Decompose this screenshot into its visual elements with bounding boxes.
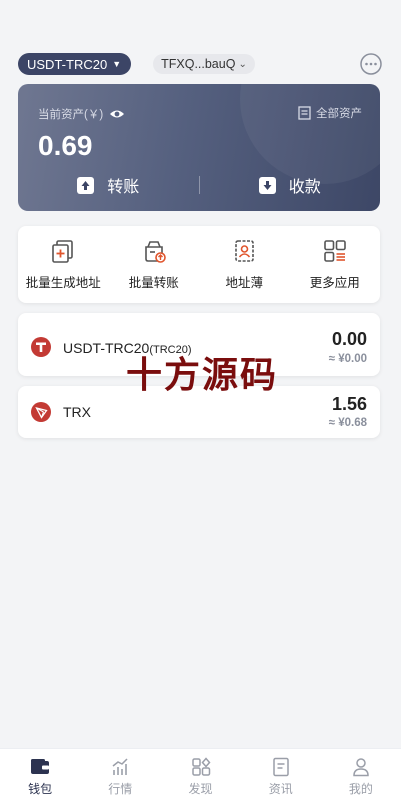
all-assets-link[interactable]: 全部资产 [298, 105, 362, 121]
address-selector[interactable]: TFXQ...bauQ ⌄ [153, 54, 255, 74]
bottom-nav: 钱包 行情 发现 资讯 我的 [0, 748, 401, 800]
token-name-text: TRX [63, 404, 91, 420]
transfer-button[interactable]: 转账 [18, 173, 199, 197]
more-apps-button[interactable]: 更多应用 [290, 238, 380, 291]
nav-news[interactable]: 资讯 [241, 749, 321, 800]
token-fiat-value: ≈ ¥0.00 [328, 353, 367, 365]
token-amount: 0.00 [331, 329, 367, 349]
transfer-label: 转账 [107, 179, 140, 196]
chain-selector[interactable]: USDT-TRC20 ▼ [18, 53, 132, 75]
asset-label-text: 当前资产(￥) [38, 109, 104, 121]
tool-label: 更多应用 [309, 276, 360, 290]
tool-label: 批量转账 [128, 276, 179, 290]
trx-logo-icon [31, 402, 51, 422]
chevron-down-icon: ⌄ [238, 58, 247, 70]
balance-value: 0.69 [38, 130, 93, 161]
address-book-icon [235, 240, 255, 262]
batch-generate-address-button[interactable]: 批量生成地址 [18, 238, 108, 291]
nav-label: 我的 [348, 782, 373, 796]
card-decoration [240, 84, 380, 184]
asset-card: 当前资产(￥) 全部资产 0.69 转账 收款 [18, 84, 380, 211]
news-icon [272, 757, 289, 777]
caret-down-icon: ▼ [112, 59, 122, 69]
batch-transfer-button[interactable]: 批量转账 [109, 238, 199, 291]
tool-label: 地址薄 [225, 276, 263, 290]
batch-transfer-icon [144, 241, 166, 263]
receive-button[interactable]: 收款 [200, 173, 381, 197]
discover-icon [191, 757, 210, 776]
watermark: 十方源码 [126, 355, 279, 396]
profile-icon [353, 758, 369, 777]
download-icon [258, 176, 276, 194]
top-bar: USDT-TRC20 ▼ TFXQ...bauQ ⌄ [18, 52, 383, 76]
nav-label: 钱包 [28, 782, 53, 796]
all-assets-label: 全部资产 [316, 108, 362, 120]
upload-icon [77, 176, 95, 194]
token-fiat-value: ≈ ¥0.68 [328, 417, 367, 429]
receive-label: 收款 [288, 179, 321, 196]
nav-market[interactable]: 行情 [80, 749, 160, 800]
address-label: TFXQ...bauQ [161, 57, 236, 71]
eye-icon[interactable] [109, 108, 125, 120]
tool-label: 批量生成地址 [25, 276, 101, 290]
message-icon[interactable] [359, 52, 383, 76]
nav-label: 资讯 [268, 782, 293, 796]
address-book-button[interactable]: 地址薄 [199, 238, 289, 291]
nav-profile[interactable]: 我的 [321, 749, 401, 800]
batch-address-icon [52, 240, 74, 263]
nav-discover[interactable]: 发现 [160, 749, 240, 800]
grid-apps-icon [323, 240, 346, 262]
wallet-icon [31, 759, 50, 774]
token-amount: 1.56 [331, 394, 367, 414]
nav-wallet[interactable]: 钱包 [0, 749, 80, 800]
document-icon [298, 106, 311, 120]
usdt-logo-icon [31, 337, 51, 357]
chain-selector-label: USDT-TRC20 [27, 56, 108, 72]
chart-icon [112, 758, 128, 775]
asset-label: 当前资产(￥) [38, 106, 125, 122]
token-name: TRX [63, 404, 91, 420]
nav-label: 发现 [188, 782, 213, 796]
nav-label: 行情 [108, 782, 133, 796]
card-actions: 转账 收款 [18, 173, 380, 197]
tools-card: 批量生成地址 批量转账 地址薄 更多应用 [18, 226, 380, 303]
